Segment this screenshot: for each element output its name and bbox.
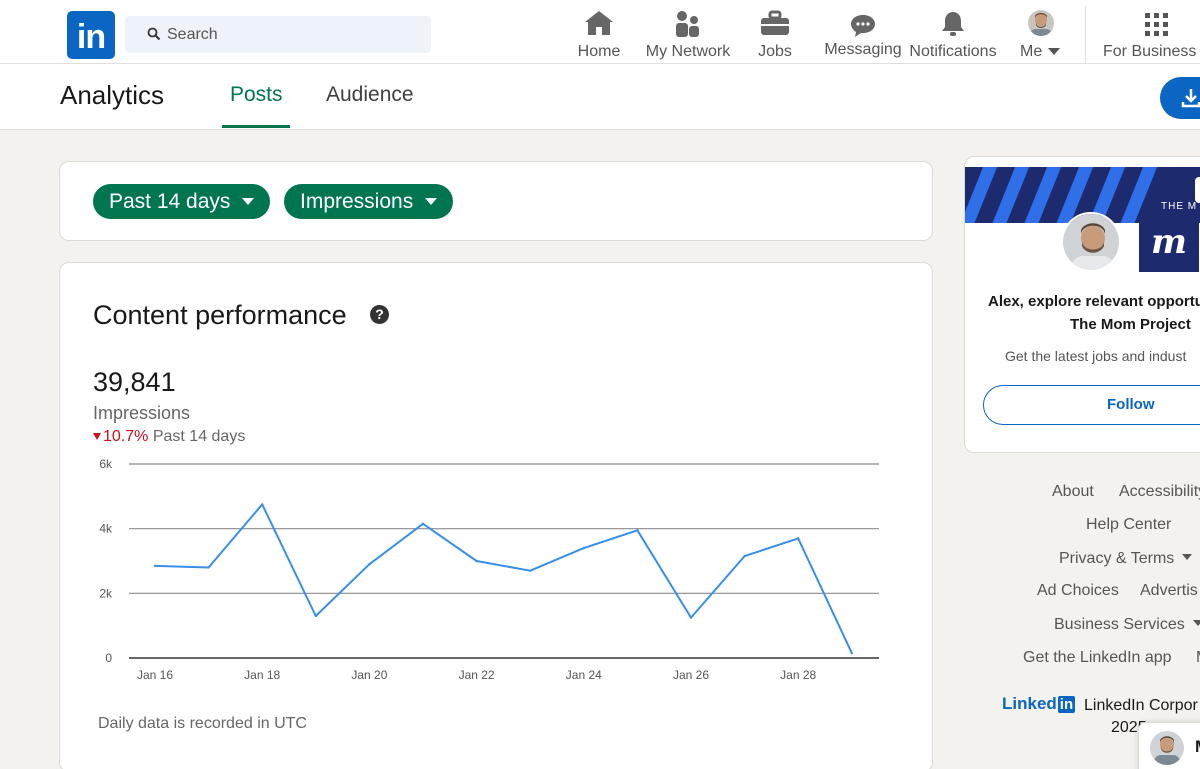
nav-for-business-label: For Business bbox=[1103, 43, 1197, 60]
top-navigation: in Home My Network Jobs bbox=[0, 0, 1200, 64]
ad-company-name[interactable]: The Mom Project bbox=[1070, 316, 1191, 333]
business-services-label: Business Services bbox=[1054, 616, 1185, 633]
tab-posts[interactable]: Posts bbox=[230, 83, 283, 130]
search-icon bbox=[147, 27, 161, 41]
tab-audience[interactable]: Audience bbox=[326, 83, 414, 130]
data-point bbox=[475, 559, 478, 563]
footer-corporation: LinkedIn Corpor bbox=[1084, 697, 1198, 714]
utc-footnote: Daily data is recorded in UTC bbox=[98, 715, 307, 732]
caret-down-icon bbox=[242, 198, 255, 205]
footer-link-privacy-terms[interactable]: Privacy & Terms bbox=[1059, 550, 1193, 568]
footer-linkedin-logo: Linked in bbox=[1002, 694, 1076, 714]
footer-link-ad-choices[interactable]: Ad Choices bbox=[1037, 582, 1119, 600]
nav-jobs[interactable]: Jobs bbox=[752, 6, 798, 64]
content-performance-card: Content performance ? 39,841 Impressions… bbox=[59, 262, 933, 769]
caret-down-icon bbox=[1182, 554, 1193, 560]
data-point bbox=[529, 569, 532, 572]
avatar bbox=[1061, 212, 1121, 272]
messaging-overlay[interactable]: M bbox=[1138, 722, 1200, 769]
nav-notifications-label: Notifications bbox=[909, 43, 997, 60]
follow-button[interactable]: Follow bbox=[983, 385, 1200, 425]
nav-messaging-label: Messaging bbox=[824, 41, 902, 58]
impressions-line-chart: 0 2k 4k 6k Jan 16 Jan 18 Jan 20 Jan 22 Jan 24 Jan… bbox=[99, 457, 879, 682]
data-point bbox=[153, 564, 157, 568]
nav-my-network-label: My Network bbox=[645, 43, 731, 60]
footer-link-help-center[interactable]: Help Center bbox=[1086, 516, 1171, 534]
footer-link-more[interactable]: M bbox=[1196, 649, 1200, 667]
bell-icon bbox=[942, 12, 964, 36]
messaging-label: M bbox=[1195, 737, 1200, 757]
chevron-down-icon bbox=[1048, 48, 1060, 55]
ad-headline: Alex, explore relevant opportu bbox=[988, 293, 1200, 310]
data-point bbox=[743, 554, 746, 558]
data-point bbox=[797, 537, 800, 540]
nav-notifications[interactable]: Notifications bbox=[906, 6, 1000, 64]
active-tab-indicator bbox=[222, 125, 290, 128]
briefcase-icon bbox=[761, 10, 789, 35]
x-tick-label: Jan 20 bbox=[351, 668, 387, 682]
nav-me-label: Me bbox=[1020, 43, 1043, 60]
metric-filter-label: Impressions bbox=[300, 190, 414, 213]
nav-me[interactable]: Me bbox=[1016, 6, 1066, 64]
messaging-icon bbox=[851, 15, 875, 37]
x-tick-label: Jan 22 bbox=[459, 668, 495, 682]
nav-jobs-label: Jobs bbox=[758, 43, 792, 60]
footer-brand-in: in bbox=[1057, 696, 1076, 713]
search-bar[interactable] bbox=[125, 16, 431, 53]
footer-link-business-services[interactable]: Business Services bbox=[1054, 616, 1200, 634]
nav-home-label: Home bbox=[577, 43, 621, 60]
x-tick-label: Jan 26 bbox=[673, 668, 709, 682]
y-tick-label: 2k bbox=[99, 586, 113, 600]
x-tick-label: Jan 18 bbox=[244, 668, 280, 682]
y-tick-label: 0 bbox=[105, 651, 112, 665]
data-point bbox=[582, 546, 585, 550]
data-point bbox=[314, 614, 317, 618]
nav-for-business[interactable]: For Business bbox=[1102, 6, 1200, 64]
footer-link-get-app[interactable]: Get the LinkedIn app bbox=[1023, 649, 1172, 667]
x-tick-label: Jan 16 bbox=[137, 668, 173, 682]
filter-card: Past 14 days Impressions bbox=[59, 161, 933, 241]
privacy-terms-label: Privacy & Terms bbox=[1059, 550, 1175, 567]
home-icon bbox=[585, 11, 613, 35]
search-input[interactable] bbox=[167, 16, 417, 53]
analytics-header: Analytics Posts Audience bbox=[0, 64, 1200, 130]
nav-my-network[interactable]: My Network bbox=[641, 6, 735, 64]
data-point bbox=[689, 616, 693, 619]
caret-down-icon bbox=[1192, 620, 1200, 626]
data-point bbox=[850, 651, 853, 655]
footer-link-advertising[interactable]: Advertis bbox=[1140, 582, 1198, 600]
data-point bbox=[636, 529, 639, 532]
data-point bbox=[368, 563, 371, 566]
nav-divider bbox=[1085, 6, 1086, 64]
series-line bbox=[154, 503, 853, 654]
linkedin-logo[interactable]: in bbox=[67, 11, 115, 59]
download-button[interactable] bbox=[1160, 77, 1200, 119]
caret-down-icon bbox=[425, 198, 438, 205]
footer-link-about[interactable]: About bbox=[1052, 483, 1094, 501]
network-icon bbox=[676, 11, 699, 37]
download-icon bbox=[1181, 89, 1200, 108]
ad-company-logo[interactable]: m bbox=[1139, 214, 1199, 272]
period-filter-dropdown[interactable]: Past 14 days bbox=[93, 184, 271, 219]
ad-brand-text: THE M bbox=[1161, 201, 1198, 212]
sponsored-ad-card: THE M m Alex, explore relevant opportu T… bbox=[964, 156, 1200, 453]
period-filter-label: Past 14 days bbox=[109, 190, 231, 213]
grid-icon bbox=[1145, 13, 1168, 36]
y-tick-label: 4k bbox=[99, 522, 113, 536]
data-point bbox=[421, 522, 425, 526]
x-tick-label: Jan 24 bbox=[566, 668, 602, 682]
data-point bbox=[261, 503, 264, 506]
footer-brand-text: Linked bbox=[1002, 694, 1057, 713]
data-point bbox=[207, 566, 210, 569]
page-title: Analytics bbox=[60, 80, 165, 110]
avatar bbox=[1150, 731, 1184, 765]
avatar bbox=[1028, 10, 1054, 36]
nav-messaging[interactable]: Messaging bbox=[821, 6, 905, 64]
y-tick-label: 6k bbox=[99, 457, 113, 471]
nav-home[interactable]: Home bbox=[572, 6, 626, 64]
metric-filter-dropdown[interactable]: Impressions bbox=[284, 184, 454, 219]
ad-description: Get the latest jobs and indust bbox=[1005, 348, 1187, 364]
x-tick-label: Jan 28 bbox=[780, 668, 816, 682]
footer-link-accessibility[interactable]: Accessibility bbox=[1119, 483, 1200, 501]
